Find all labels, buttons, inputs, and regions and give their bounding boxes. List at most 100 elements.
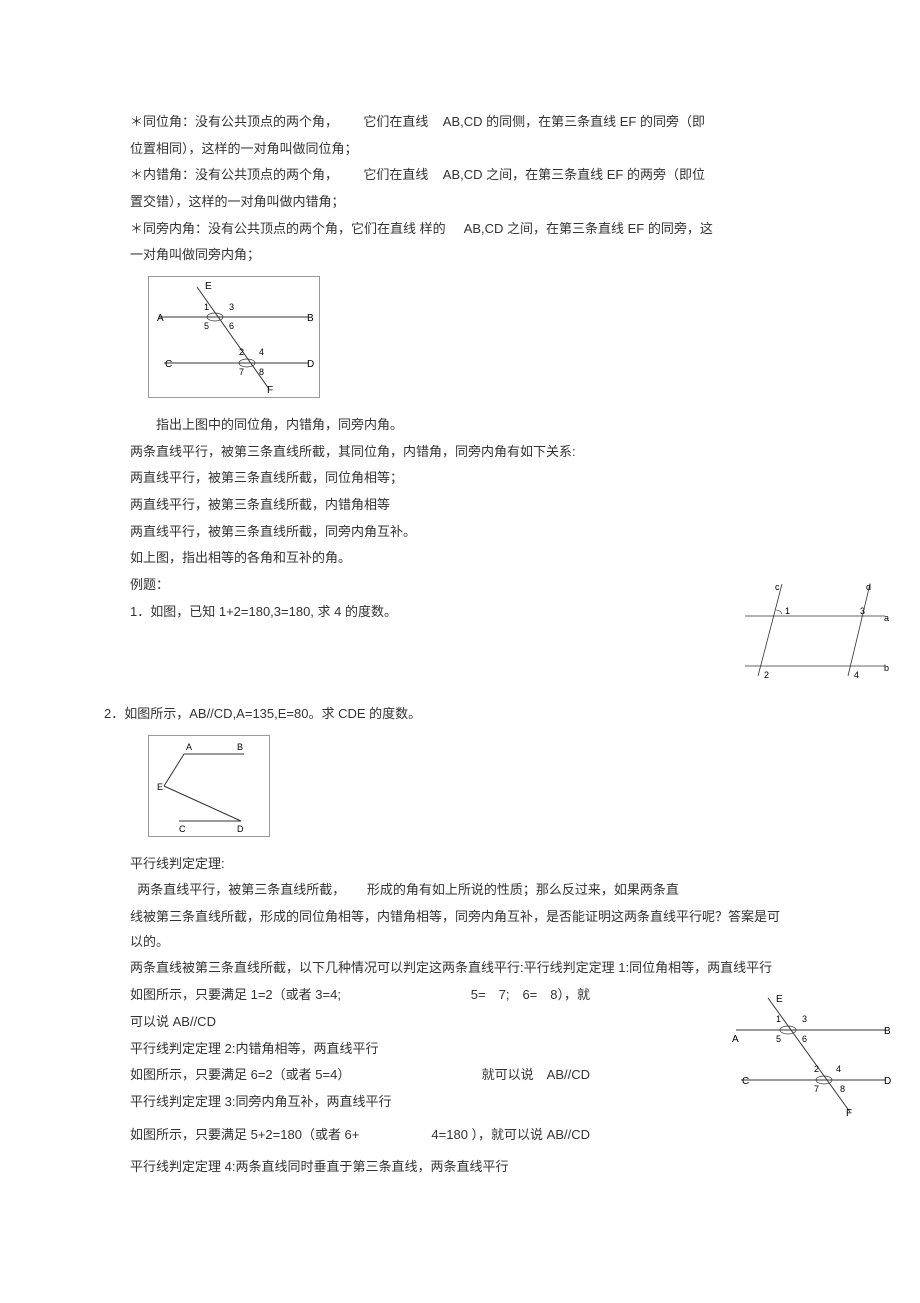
- svg-text:2: 2: [764, 670, 769, 680]
- text: ＊同旁内角：没有公共顶点的两个角，它们在直线 样的: [130, 221, 446, 236]
- text: 可以说 AB//CD: [130, 1014, 216, 1029]
- figure-example-1: c d a b 1 3 2 4: [740, 576, 890, 700]
- svg-text:3: 3: [860, 606, 865, 616]
- def-corresponding-angles-2: 位置相同），这样的一对角叫做同位角；: [130, 137, 790, 162]
- theorem-intro-1: 两条直线平行，被第三条直线所截， 形成的角有如上所说的性质；那么反过来，如果两条…: [130, 878, 790, 903]
- svg-text:3: 3: [802, 1014, 807, 1024]
- spacer: [130, 626, 790, 702]
- theorem-1-cond: 如图所示，只要满足 1=2（或者 3=4; 5= 7; 6= 8），就: [130, 983, 790, 1008]
- example1-diagram-icon: c d a b 1 3 2 4: [740, 576, 890, 691]
- svg-text:7: 7: [814, 1084, 819, 1094]
- svg-text:B: B: [237, 742, 243, 752]
- def-cointerior-angles-2: 一对角叫做同旁内角；: [130, 243, 790, 268]
- svg-text:C: C: [179, 824, 186, 834]
- text: AB,CD 之间，在第三条直线 EF 的同旁，这: [464, 221, 713, 236]
- svg-text:F: F: [846, 1108, 852, 1119]
- text: 两条直线被第三条直线所截，以下几种情况可以判定这两条直线平行:平行线判定定理 1…: [130, 960, 772, 975]
- text: 形成的角有如上所说的性质；那么反过来，如果两条直: [367, 882, 679, 897]
- text: 两直线平行，被第三条直线所截，同旁内角互补。: [130, 524, 416, 539]
- svg-text:1: 1: [204, 302, 209, 312]
- svg-text:A: A: [732, 1034, 739, 1045]
- svg-text:F: F: [267, 385, 273, 396]
- def-alternate-angles-2: 置交错），这样的一对角叫做内错角；: [130, 190, 790, 215]
- svg-text:D: D: [307, 359, 314, 370]
- theorem-3-cond: 如图所示，只要满足 5+2=180（或者 6+ 4=180 ），就可以说 AB/…: [130, 1123, 790, 1148]
- svg-text:3: 3: [229, 302, 234, 312]
- text: 4=180 ），就可以说 AB//CD: [431, 1123, 590, 1148]
- text: 平行线判定定理 3:同旁内角互补，两直线平行: [130, 1094, 391, 1109]
- svg-text:B: B: [884, 1026, 891, 1037]
- svg-text:B: B: [307, 313, 314, 324]
- svg-text:1: 1: [776, 1014, 781, 1024]
- text: 就可以说 AB//CD: [482, 1063, 590, 1088]
- svg-text:C: C: [742, 1076, 749, 1087]
- def-cointerior-angles: ＊同旁内角：没有公共顶点的两个角，它们在直线 样的 AB,CD 之间，在第三条直…: [130, 217, 790, 242]
- text: 两条直线平行，被第三条直线所截，: [137, 882, 345, 897]
- svg-text:D: D: [237, 824, 244, 834]
- svg-text:A: A: [186, 742, 192, 752]
- text: 1．如图，已知 1+2=180,3=180, 求 4 的度数。: [130, 604, 397, 619]
- text: 2．如图所示，AB//CD,A=135,E=80。求 CDE 的度数。: [104, 706, 421, 721]
- svg-text:b: b: [884, 663, 889, 673]
- text: 平行线判定定理:: [130, 856, 225, 871]
- text: 两直线平行，被第三条直线所截，同位角相等；: [130, 470, 403, 485]
- svg-text:a: a: [884, 613, 889, 623]
- figure-example-2: A B E C D: [148, 735, 270, 837]
- text: 它们在直线: [363, 114, 428, 129]
- text: 线被第三条直线所截，形成的同位角相等，内错角相等，同旁内角互补，是否能证明这两条…: [130, 909, 780, 949]
- text: 一对角叫做同旁内角；: [130, 247, 260, 262]
- property-2: 两直线平行，被第三条直线所截，内错角相等: [130, 493, 790, 518]
- examples-heading: 例题：: [130, 573, 790, 598]
- property-task: 如上图，指出相等的各角和互补的角。: [130, 546, 790, 571]
- text: 如图所示，只要满足 5+2=180（或者 6+: [130, 1123, 359, 1148]
- example2-diagram-icon: A B E C D: [149, 736, 269, 836]
- svg-text:2: 2: [239, 347, 244, 357]
- theorem-intro-2: 线被第三条直线所截，形成的同位角相等，内错角相等，同旁内角互补，是否能证明这两条…: [130, 905, 790, 954]
- text: 如图所示，只要满足 6=2（或者 5=4）: [130, 1063, 350, 1088]
- text: 两直线平行，被第三条直线所截，内错角相等: [130, 497, 390, 512]
- text: 两条直线平行，被第三条直线所截，其同位角，内错角，同旁内角有如下关系:: [130, 444, 576, 459]
- svg-text:8: 8: [840, 1084, 845, 1094]
- text: 置交错），这样的一对角叫做内错角；: [130, 194, 345, 209]
- theorem-1-conc: 可以说 AB//CD: [130, 1010, 790, 1035]
- svg-text:E: E: [157, 782, 163, 792]
- text: 平行线判定定理 2:内错角相等，两直线平行: [130, 1041, 378, 1056]
- transversal-diagram-icon: E A B C D F 1 3 5 6 2 4 7 8: [149, 277, 319, 397]
- figure-transversal: E A B C D F 1 3 5 6 2 4 7 8: [148, 276, 320, 398]
- text: 指出上图中的同位角，内错角，同旁内角。: [156, 417, 403, 432]
- svg-text:4: 4: [836, 1064, 841, 1074]
- text: ＊内错角：没有公共顶点的两个角，: [130, 167, 338, 182]
- text: 它们在直线: [363, 167, 428, 182]
- svg-text:6: 6: [802, 1034, 807, 1044]
- svg-text:5: 5: [204, 321, 209, 331]
- theorem-title: 平行线判定定理:: [130, 852, 790, 877]
- figure1-caption: 指出上图中的同位角，内错角，同旁内角。: [130, 413, 790, 438]
- svg-text:1: 1: [785, 606, 790, 616]
- svg-text:c: c: [775, 582, 780, 592]
- svg-text:8: 8: [259, 367, 264, 377]
- theorem-2: 平行线判定定理 2:内错角相等，两直线平行: [130, 1037, 790, 1062]
- def-corresponding-angles: ＊同位角：没有公共顶点的两个角， 它们在直线 AB,CD 的同侧，在第三条直线 …: [130, 110, 790, 135]
- text: 如上图，指出相等的各角和互补的角。: [130, 550, 351, 565]
- svg-text:7: 7: [239, 367, 244, 377]
- svg-text:5: 5: [776, 1034, 781, 1044]
- text: AB,CD 之间，在第三条直线 EF 的两旁（即位: [443, 167, 705, 182]
- property-intro: 两条直线平行，被第三条直线所截，其同位角，内错角，同旁内角有如下关系:: [130, 440, 790, 465]
- svg-text:C: C: [165, 359, 172, 370]
- theorem-3: 平行线判定定理 3:同旁内角互补，两直线平行: [130, 1090, 790, 1115]
- example-1: 1．如图，已知 1+2=180,3=180, 求 4 的度数。: [130, 600, 790, 625]
- property-1: 两直线平行，被第三条直线所截，同位角相等；: [130, 466, 790, 491]
- svg-text:E: E: [776, 994, 783, 1005]
- svg-text:4: 4: [259, 347, 264, 357]
- property-3: 两直线平行，被第三条直线所截，同旁内角互补。: [130, 520, 790, 545]
- svg-text:D: D: [884, 1076, 891, 1087]
- text: ＊同位角：没有公共顶点的两个角，: [130, 114, 338, 129]
- svg-text:A: A: [157, 313, 164, 324]
- text: 例题：: [130, 577, 169, 592]
- theorem-2-cond: 如图所示，只要满足 6=2（或者 5=4） 就可以说 AB//CD: [130, 1063, 790, 1088]
- theorem-diagram-icon: E A B C D F 1 3 5 6 2 4 7 8: [726, 990, 896, 1120]
- svg-text:2: 2: [814, 1064, 819, 1074]
- figure-theorem: E A B C D F 1 3 5 6 2 4 7 8: [726, 990, 896, 1129]
- svg-text:E: E: [205, 281, 212, 292]
- svg-text:4: 4: [854, 670, 859, 680]
